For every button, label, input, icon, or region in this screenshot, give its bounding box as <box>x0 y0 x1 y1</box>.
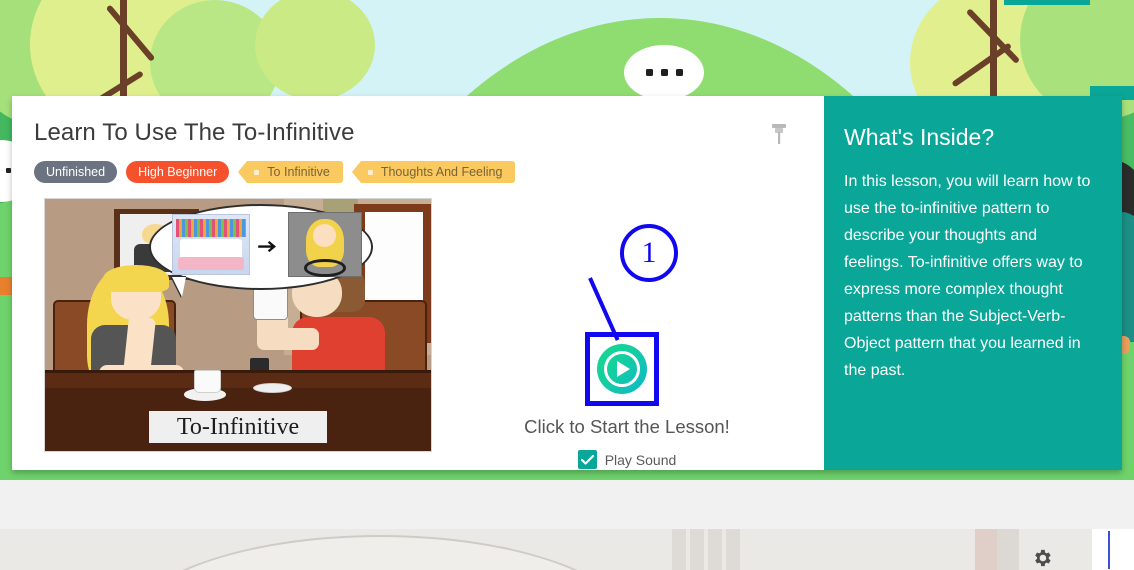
settings-button[interactable] <box>1031 547 1053 570</box>
document-column <box>726 529 740 570</box>
document-column <box>672 529 686 570</box>
whats-inside-body: In this lesson, you will learn how to us… <box>844 173 1091 379</box>
lesson-card: Learn To Use The To-Infinitive Unfinishe… <box>12 96 1122 470</box>
play-sound-label: Play Sound <box>604 451 677 468</box>
tree-small <box>255 0 385 110</box>
page-title: Learn To Use The To-Infinitive <box>34 119 355 146</box>
document-column <box>690 529 704 570</box>
thumb-woman-bangs <box>102 264 169 293</box>
annotation-badge-1: 1 <box>620 224 678 282</box>
thumb-steering-wheel <box>303 259 347 278</box>
thumb-cake-text <box>176 219 246 237</box>
teal-top-bar <box>1004 0 1090 5</box>
app-screen: Learn To Use The To-Infinitive Unfinishe… <box>0 0 1134 570</box>
pin-button[interactable] <box>768 122 790 148</box>
ellipsis-icon <box>645 69 653 76</box>
tree-leaf <box>255 0 375 100</box>
tag-thoughts-and-feeling[interactable]: Thoughts And Feeling <box>351 161 516 183</box>
play-sound-checkbox[interactable] <box>577 450 597 469</box>
whats-inside-panel: What's Inside? In this lesson, you will … <box>824 96 1122 470</box>
lesson-card-main: Learn To Use The To-Infinitive Unfinishe… <box>12 96 824 470</box>
play-circle-icon <box>604 351 640 387</box>
level-badge: High Beginner <box>126 161 230 183</box>
ellipsis-icon <box>660 69 668 76</box>
start-lesson-area: 1 Click to Start the Lesson! Play Sound <box>442 198 812 469</box>
check-icon <box>580 454 594 465</box>
document-right-panel <box>1092 529 1134 570</box>
thumb-cake-base <box>178 256 244 270</box>
play-lesson-button[interactable] <box>597 344 647 394</box>
tag-dot-icon <box>254 169 260 175</box>
thumb-man-cup <box>253 284 289 320</box>
document-preview-strip <box>0 529 1134 570</box>
ellipsis-icon <box>675 69 683 76</box>
thumb-bubble-tail <box>172 277 187 298</box>
bubble-dot <box>6 168 11 173</box>
document-gray-block <box>997 529 1019 570</box>
thumb-coffee-cup <box>193 370 221 394</box>
pushpin-icon <box>772 124 786 144</box>
play-sound-row[interactable]: Play Sound <box>442 450 812 469</box>
thumb-arrow-icon <box>257 239 280 254</box>
start-lesson-text: Click to Start the Lesson! <box>524 416 730 437</box>
tag-label: To Infinitive <box>267 165 330 179</box>
gear-icon <box>1035 549 1051 567</box>
thumb-plate <box>253 382 293 394</box>
tag-dot-icon <box>367 169 373 175</box>
document-column <box>708 529 722 570</box>
play-triangle-icon <box>617 361 630 377</box>
lesson-thumbnail[interactable]: To-Infinitive <box>44 198 432 452</box>
status-badge: Unfinished <box>34 161 118 183</box>
document-pink-block <box>975 529 997 570</box>
document-arc-graphic <box>120 535 640 570</box>
tag-to-infinitive[interactable]: To Infinitive <box>238 161 343 183</box>
thumb-man-arm <box>257 327 320 351</box>
thumbnail-caption: To-Infinitive <box>149 410 327 444</box>
tag-label: Thoughts And Feeling <box>380 165 503 179</box>
whats-inside-title: What's Inside? <box>844 124 995 150</box>
document-blue-marker <box>1108 531 1110 569</box>
more-options-button[interactable] <box>624 45 704 100</box>
tag-row: Unfinished High Beginner To Infinitive T… <box>34 161 800 183</box>
